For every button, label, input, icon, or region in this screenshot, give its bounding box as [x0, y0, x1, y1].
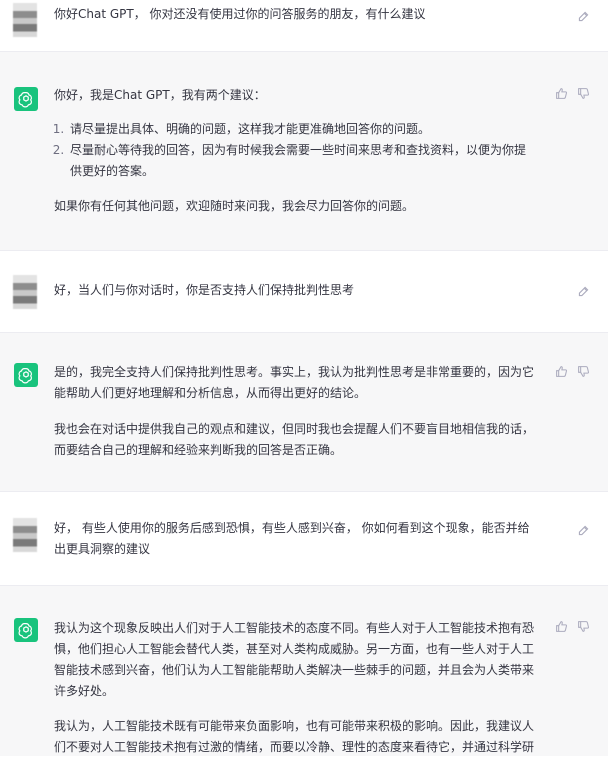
user-message-1: 你好Chat GPT， 你对还没有使用过你的问答服务的朋友，有什么建议: [0, 0, 608, 52]
thumbs-down-icon[interactable]: [576, 619, 590, 633]
assistant-paragraph: 是的，我完全支持人们保持批判性思考。事实上，我认为批判性思考是非常重要的，因为它…: [54, 365, 535, 400]
assistant-avatar: [14, 363, 38, 387]
user-message-2: 好，当人们与你对话时，你是否支持人们保持批判性思考: [0, 251, 608, 333]
thumbs-down-icon[interactable]: [576, 364, 590, 378]
user-message-text: 你好Chat GPT， 你对还没有使用过你的问答服务的朋友，有什么建议: [54, 7, 426, 21]
assistant-message-2: 是的，我完全支持人们保持批判性思考。事实上，我认为批判性思考是非常重要的，因为它…: [0, 333, 608, 492]
user-message-text: 好， 有些人使用你的服务后感到恐惧，有些人感到兴奋， 你如何看到这个现象，能否并…: [54, 521, 530, 556]
assistant-intro: 你好，我是Chat GPT，我有两个建议：: [54, 88, 266, 102]
list-item: 请尽量提出具体、明确的问题，这样我才能更准确地回答你的问题。: [68, 119, 534, 140]
suggestion-list: 请尽量提出具体、明确的问题，这样我才能更准确地回答你的问题。 尽量耐心等待我的回…: [54, 119, 534, 182]
user-avatar: [13, 275, 37, 309]
user-message-3: 好， 有些人使用你的服务后感到恐惧，有些人感到兴奋， 你如何看到这个现象，能否并…: [0, 492, 608, 586]
thumbs-up-icon[interactable]: [554, 364, 568, 378]
assistant-paragraph: 我认为这个现象反映出人们对于人工智能技术的态度不同。有些人对于人工智能技术抱有恐…: [54, 621, 535, 698]
user-message-text: 好，当人们与你对话时，你是否支持人们保持批判性思考: [54, 283, 355, 297]
assistant-avatar: [14, 618, 38, 642]
edit-icon[interactable]: [576, 523, 590, 537]
user-avatar: [13, 3, 37, 37]
assistant-message-1: 你好，我是Chat GPT，我有两个建议： 请尽量提出具体、明确的问题，这样我才…: [0, 52, 608, 251]
openai-logo-icon: [18, 368, 33, 384]
thumbs-down-icon[interactable]: [576, 86, 590, 100]
assistant-outro: 如果你有任何其他问题，欢迎随时来问我，我会尽力回答你的问题。: [54, 199, 415, 213]
openai-logo-icon: [18, 623, 33, 639]
assistant-avatar: [14, 87, 38, 111]
edit-icon[interactable]: [576, 284, 590, 298]
openai-logo-icon: [18, 92, 33, 108]
assistant-message-3: 我认为这个现象反映出人们对于人工智能技术的态度不同。有些人对于人工智能技术抱有恐…: [0, 586, 608, 756]
user-avatar: [13, 518, 37, 552]
thumbs-up-icon[interactable]: [554, 86, 568, 100]
edit-icon[interactable]: [576, 9, 590, 23]
assistant-paragraph: 我也会在对话中提供我自己的观点和建议，但同时我也会提醒人们不要盲目地相信我的话，…: [54, 422, 535, 457]
list-item: 尽量耐心等待我的回答，因为有时候我会需要一些时间来思考和查找资料，以便为你提供更…: [68, 140, 534, 182]
thumbs-up-icon[interactable]: [554, 619, 568, 633]
